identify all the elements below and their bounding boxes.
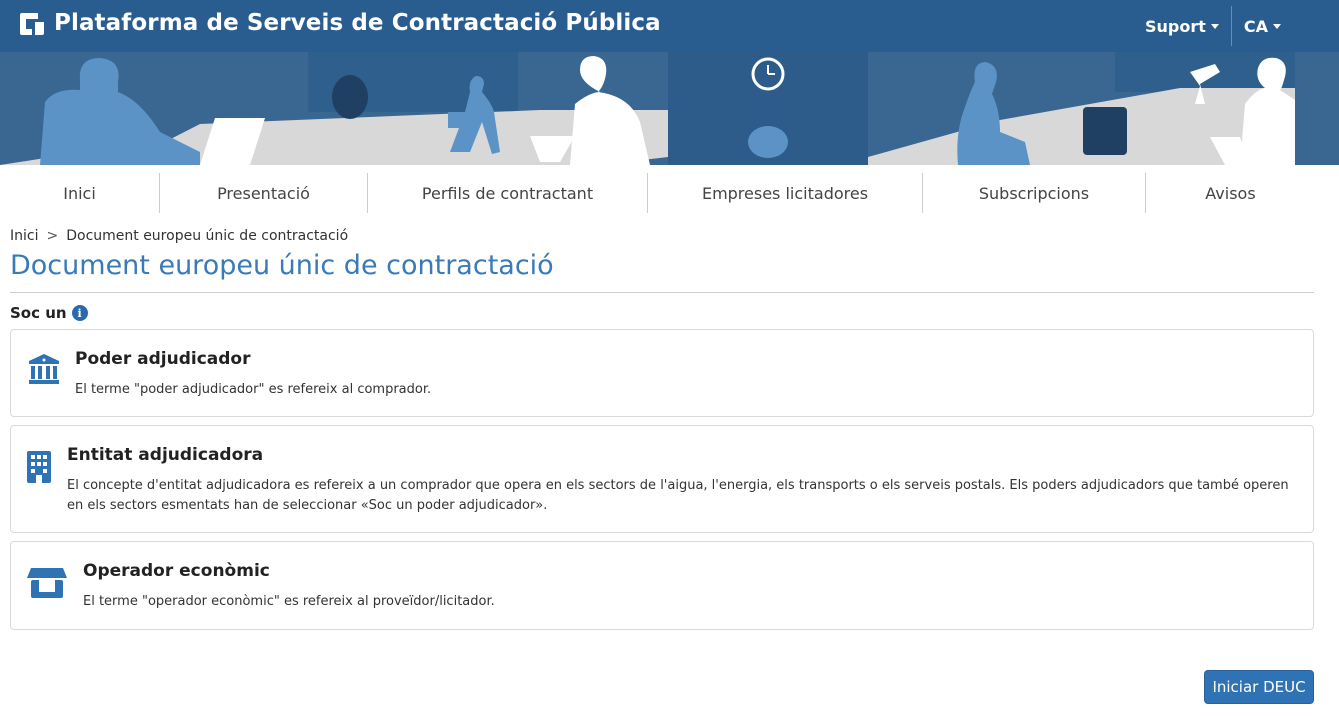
- banner-illustration: [0, 52, 1339, 165]
- option-card-operador-economic[interactable]: Operador econòmic El terme "operador eco…: [10, 541, 1314, 630]
- language-label: CA: [1243, 16, 1268, 36]
- page-title: Document europeu únic de contractació: [10, 250, 554, 281]
- caret-down-icon: [1210, 23, 1219, 29]
- option-description: El terme "operador econòmic" es refereix…: [83, 594, 495, 609]
- option-card-entitat-adjudicadora[interactable]: Entitat adjudicadora El concepte d'entit…: [10, 425, 1314, 533]
- header-banner: [0, 52, 1339, 165]
- nav-item-subscripcions[interactable]: Subscripcions: [923, 173, 1146, 213]
- building-columns-icon: [29, 354, 59, 384]
- option-card-poder-adjudicador[interactable]: Poder adjudicador El terme "poder adjudi…: [10, 329, 1314, 417]
- title-divider: [10, 292, 1314, 293]
- caret-down-icon: [1273, 23, 1281, 29]
- platform-logo-icon[interactable]: [18, 11, 46, 37]
- support-menu-button[interactable]: Suport: [1133, 0, 1231, 52]
- nav-item-empreses-licitadores[interactable]: Empreses licitadores: [648, 173, 923, 213]
- nav-item-perfils-de-contractant[interactable]: Perfils de contractant: [368, 173, 648, 213]
- info-icon[interactable]: i: [71, 305, 88, 321]
- store-icon: [27, 568, 67, 598]
- option-description: El concepte d'entitat adjudicadora es re…: [67, 478, 1289, 513]
- start-deuc-button[interactable]: Iniciar DEUC: [1204, 670, 1314, 704]
- main-navigation: Inici Presentació Perfils de contractant…: [0, 165, 1339, 221]
- office-building-icon: [27, 451, 51, 483]
- support-label: Suport: [1144, 16, 1206, 36]
- option-title: Operador econòmic: [83, 561, 270, 581]
- breadcrumb-current: Document europeu únic de contractació: [66, 228, 349, 244]
- breadcrumb-separator: >: [46, 228, 59, 244]
- option-title: Poder adjudicador: [75, 349, 251, 369]
- nav-item-avisos[interactable]: Avisos: [1146, 173, 1315, 213]
- nav-item-presentacio[interactable]: Presentació: [160, 173, 368, 213]
- language-menu-button[interactable]: CA: [1232, 0, 1293, 52]
- breadcrumb: Inici > Document europeu únic de contrac…: [10, 228, 348, 244]
- breadcrumb-home-link[interactable]: Inici: [10, 228, 38, 244]
- platform-title[interactable]: Plataforma de Serveis de Contractació Pú…: [54, 10, 661, 36]
- role-selection-label: Soc un i: [10, 304, 88, 322]
- nav-item-inici[interactable]: Inici: [0, 173, 160, 213]
- option-description: El terme "poder adjudicador" es refereix…: [75, 382, 432, 397]
- soc-un-label: Soc un: [10, 304, 67, 322]
- top-menu: Suport CA: [1133, 0, 1339, 52]
- top-bar: Plataforma de Serveis de Contractació Pú…: [0, 0, 1339, 52]
- option-title: Entitat adjudicadora: [67, 445, 264, 465]
